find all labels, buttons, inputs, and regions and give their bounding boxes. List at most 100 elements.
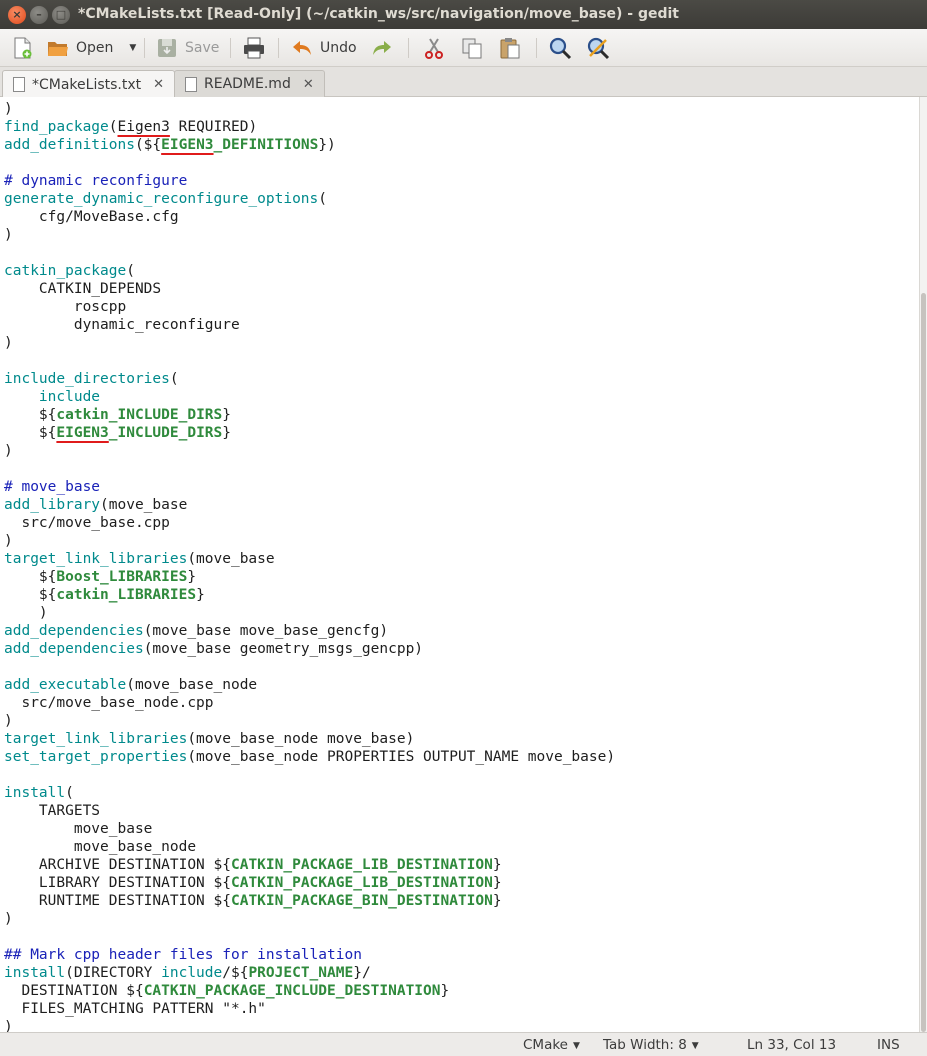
code-line[interactable]: ) bbox=[4, 100, 615, 118]
code-line[interactable]: ${EIGEN3_INCLUDE_DIRS} bbox=[4, 424, 615, 442]
code-line[interactable]: target_link_libraries(move_base bbox=[4, 550, 615, 568]
code-line[interactable] bbox=[4, 352, 615, 370]
code-line[interactable]: include bbox=[4, 388, 615, 406]
code-line[interactable]: ## Mark cpp header files for installatio… bbox=[4, 946, 615, 964]
code-line[interactable] bbox=[4, 244, 615, 262]
code-line[interactable]: ) bbox=[4, 712, 615, 730]
tab-readme[interactable]: README.md ✕ bbox=[174, 70, 325, 97]
toolbar-separator bbox=[408, 38, 409, 58]
code-line[interactable]: add_library(move_base bbox=[4, 496, 615, 514]
title-bar: × – □ *CMakeLists.txt [Read-Only] (~/cat… bbox=[0, 0, 927, 29]
code-line[interactable]: move_base bbox=[4, 820, 615, 838]
toolbar-separator bbox=[536, 38, 537, 58]
code-view[interactable]: ) find_package(Eigen3 REQUIRED) add_defini… bbox=[4, 100, 615, 1032]
paste-button[interactable] bbox=[498, 35, 528, 61]
code-line[interactable]: CATKIN_DEPENDS bbox=[4, 280, 615, 298]
tab-width-selector[interactable]: Tab Width: 8 ▼ bbox=[603, 1037, 699, 1053]
code-line[interactable]: src/move_base_node.cpp bbox=[4, 694, 615, 712]
copy-button[interactable] bbox=[460, 35, 490, 61]
code-line[interactable]: add_executable(move_base_node bbox=[4, 676, 615, 694]
status-bar: CMake ▼ Tab Width: 8 ▼ Ln 33, Col 13 INS bbox=[0, 1032, 927, 1056]
code-line[interactable]: # dynamic reconfigure bbox=[4, 172, 615, 190]
open-button[interactable]: Open ▼ bbox=[46, 35, 136, 61]
save-button[interactable]: Save bbox=[155, 35, 219, 61]
find-replace-button[interactable] bbox=[586, 35, 616, 61]
window-title: *CMakeLists.txt [Read-Only] (~/catkin_ws… bbox=[78, 6, 680, 22]
code-line[interactable]: LIBRARY DESTINATION ${CATKIN_PACKAGE_LIB… bbox=[4, 874, 615, 892]
chevron-down-icon: ▼ bbox=[691, 1041, 699, 1051]
tab-label: *CMakeLists.txt bbox=[32, 76, 142, 93]
code-line[interactable]: RUNTIME DESTINATION ${CATKIN_PACKAGE_BIN… bbox=[4, 892, 615, 910]
find-button[interactable] bbox=[548, 35, 578, 61]
code-line[interactable] bbox=[4, 460, 615, 478]
code-line[interactable] bbox=[4, 766, 615, 784]
paste-icon bbox=[498, 36, 522, 60]
window-minimize-button[interactable]: – bbox=[30, 6, 48, 24]
code-line[interactable]: ARCHIVE DESTINATION ${CATKIN_PACKAGE_LIB… bbox=[4, 856, 615, 874]
tab-close-icon[interactable]: ✕ bbox=[153, 77, 164, 92]
window-maximize-button[interactable]: □ bbox=[52, 6, 70, 24]
code-line[interactable]: DESTINATION ${CATKIN_PACKAGE_INCLUDE_DES… bbox=[4, 982, 615, 1000]
code-line[interactable]: src/move_base.cpp bbox=[4, 514, 615, 532]
redo-button[interactable] bbox=[370, 35, 400, 61]
print-button[interactable] bbox=[242, 35, 272, 61]
chevron-down-icon: ▼ bbox=[573, 1041, 580, 1051]
code-line[interactable]: TARGETS bbox=[4, 802, 615, 820]
document-icon bbox=[185, 76, 197, 92]
code-line[interactable]: find_package(Eigen3 REQUIRED) bbox=[4, 118, 615, 136]
code-line[interactable]: catkin_package( bbox=[4, 262, 615, 280]
find-icon bbox=[548, 36, 572, 60]
code-line[interactable]: ) bbox=[4, 1018, 615, 1032]
code-line[interactable]: ) bbox=[4, 226, 615, 244]
text-editor[interactable]: ) find_package(Eigen3 REQUIRED) add_defini… bbox=[0, 97, 919, 1032]
insert-mode: INS bbox=[877, 1037, 900, 1053]
tab-bar: *CMakeLists.txt ✕ README.md ✕ bbox=[0, 67, 927, 98]
code-line[interactable]: set_target_properties(move_base_node PRO… bbox=[4, 748, 615, 766]
code-line[interactable]: ) bbox=[4, 604, 615, 622]
code-line[interactable]: install(DIRECTORY include/${PROJECT_NAME… bbox=[4, 964, 615, 982]
code-line[interactable] bbox=[4, 658, 615, 676]
code-line[interactable]: target_link_libraries(move_base_node mov… bbox=[4, 730, 615, 748]
code-line[interactable]: ) bbox=[4, 334, 615, 352]
code-line[interactable]: install( bbox=[4, 784, 615, 802]
undo-button[interactable]: Undo bbox=[290, 35, 357, 61]
code-line[interactable]: ${catkin_INCLUDE_DIRS} bbox=[4, 406, 615, 424]
code-line[interactable]: # move_base bbox=[4, 478, 615, 496]
code-line[interactable]: add_dependencies(move_base geometry_msgs… bbox=[4, 640, 615, 658]
code-line[interactable]: cfg/MoveBase.cfg bbox=[4, 208, 615, 226]
toolbar: Open ▼ Save Undo bbox=[0, 29, 927, 67]
open-label: Open bbox=[76, 40, 114, 56]
code-line[interactable]: add_definitions(${EIGEN3_DEFINITIONS}) bbox=[4, 136, 615, 154]
language-selector[interactable]: CMake ▼ bbox=[523, 1037, 580, 1053]
code-line[interactable]: include_directories( bbox=[4, 370, 615, 388]
tab-width-label: Tab Width: 8 bbox=[603, 1037, 687, 1053]
code-line[interactable]: ${Boost_LIBRARIES} bbox=[4, 568, 615, 586]
code-line[interactable]: roscpp bbox=[4, 298, 615, 316]
find-replace-icon bbox=[586, 36, 610, 60]
code-line[interactable]: add_dependencies(move_base move_base_gen… bbox=[4, 622, 615, 640]
code-line[interactable]: move_base_node bbox=[4, 838, 615, 856]
new-document-button[interactable] bbox=[10, 35, 40, 61]
toolbar-separator bbox=[144, 38, 145, 58]
scrollbar-thumb[interactable] bbox=[921, 293, 926, 1032]
document-icon bbox=[13, 77, 25, 92]
copy-icon bbox=[460, 36, 484, 60]
code-line[interactable]: ${catkin_LIBRARIES} bbox=[4, 586, 615, 604]
code-line[interactable]: ) bbox=[4, 532, 615, 550]
language-label: CMake bbox=[523, 1037, 568, 1053]
code-line[interactable]: ) bbox=[4, 442, 615, 460]
code-line[interactable]: generate_dynamic_reconfigure_options( bbox=[4, 190, 615, 208]
cut-icon bbox=[422, 36, 446, 60]
save-icon bbox=[155, 36, 179, 60]
open-dropdown-chevron-icon[interactable]: ▼ bbox=[129, 43, 136, 53]
code-line[interactable] bbox=[4, 154, 615, 172]
code-line[interactable] bbox=[4, 928, 615, 946]
undo-icon bbox=[290, 36, 314, 60]
window-close-button[interactable]: × bbox=[8, 6, 26, 24]
tab-cmakelists[interactable]: *CMakeLists.txt ✕ bbox=[2, 70, 176, 98]
tab-close-icon[interactable]: ✕ bbox=[303, 77, 314, 92]
cut-button[interactable] bbox=[422, 35, 452, 61]
code-line[interactable]: ) bbox=[4, 910, 615, 928]
code-line[interactable]: dynamic_reconfigure bbox=[4, 316, 615, 334]
code-line[interactable]: FILES_MATCHING PATTERN "*.h" bbox=[4, 1000, 615, 1018]
